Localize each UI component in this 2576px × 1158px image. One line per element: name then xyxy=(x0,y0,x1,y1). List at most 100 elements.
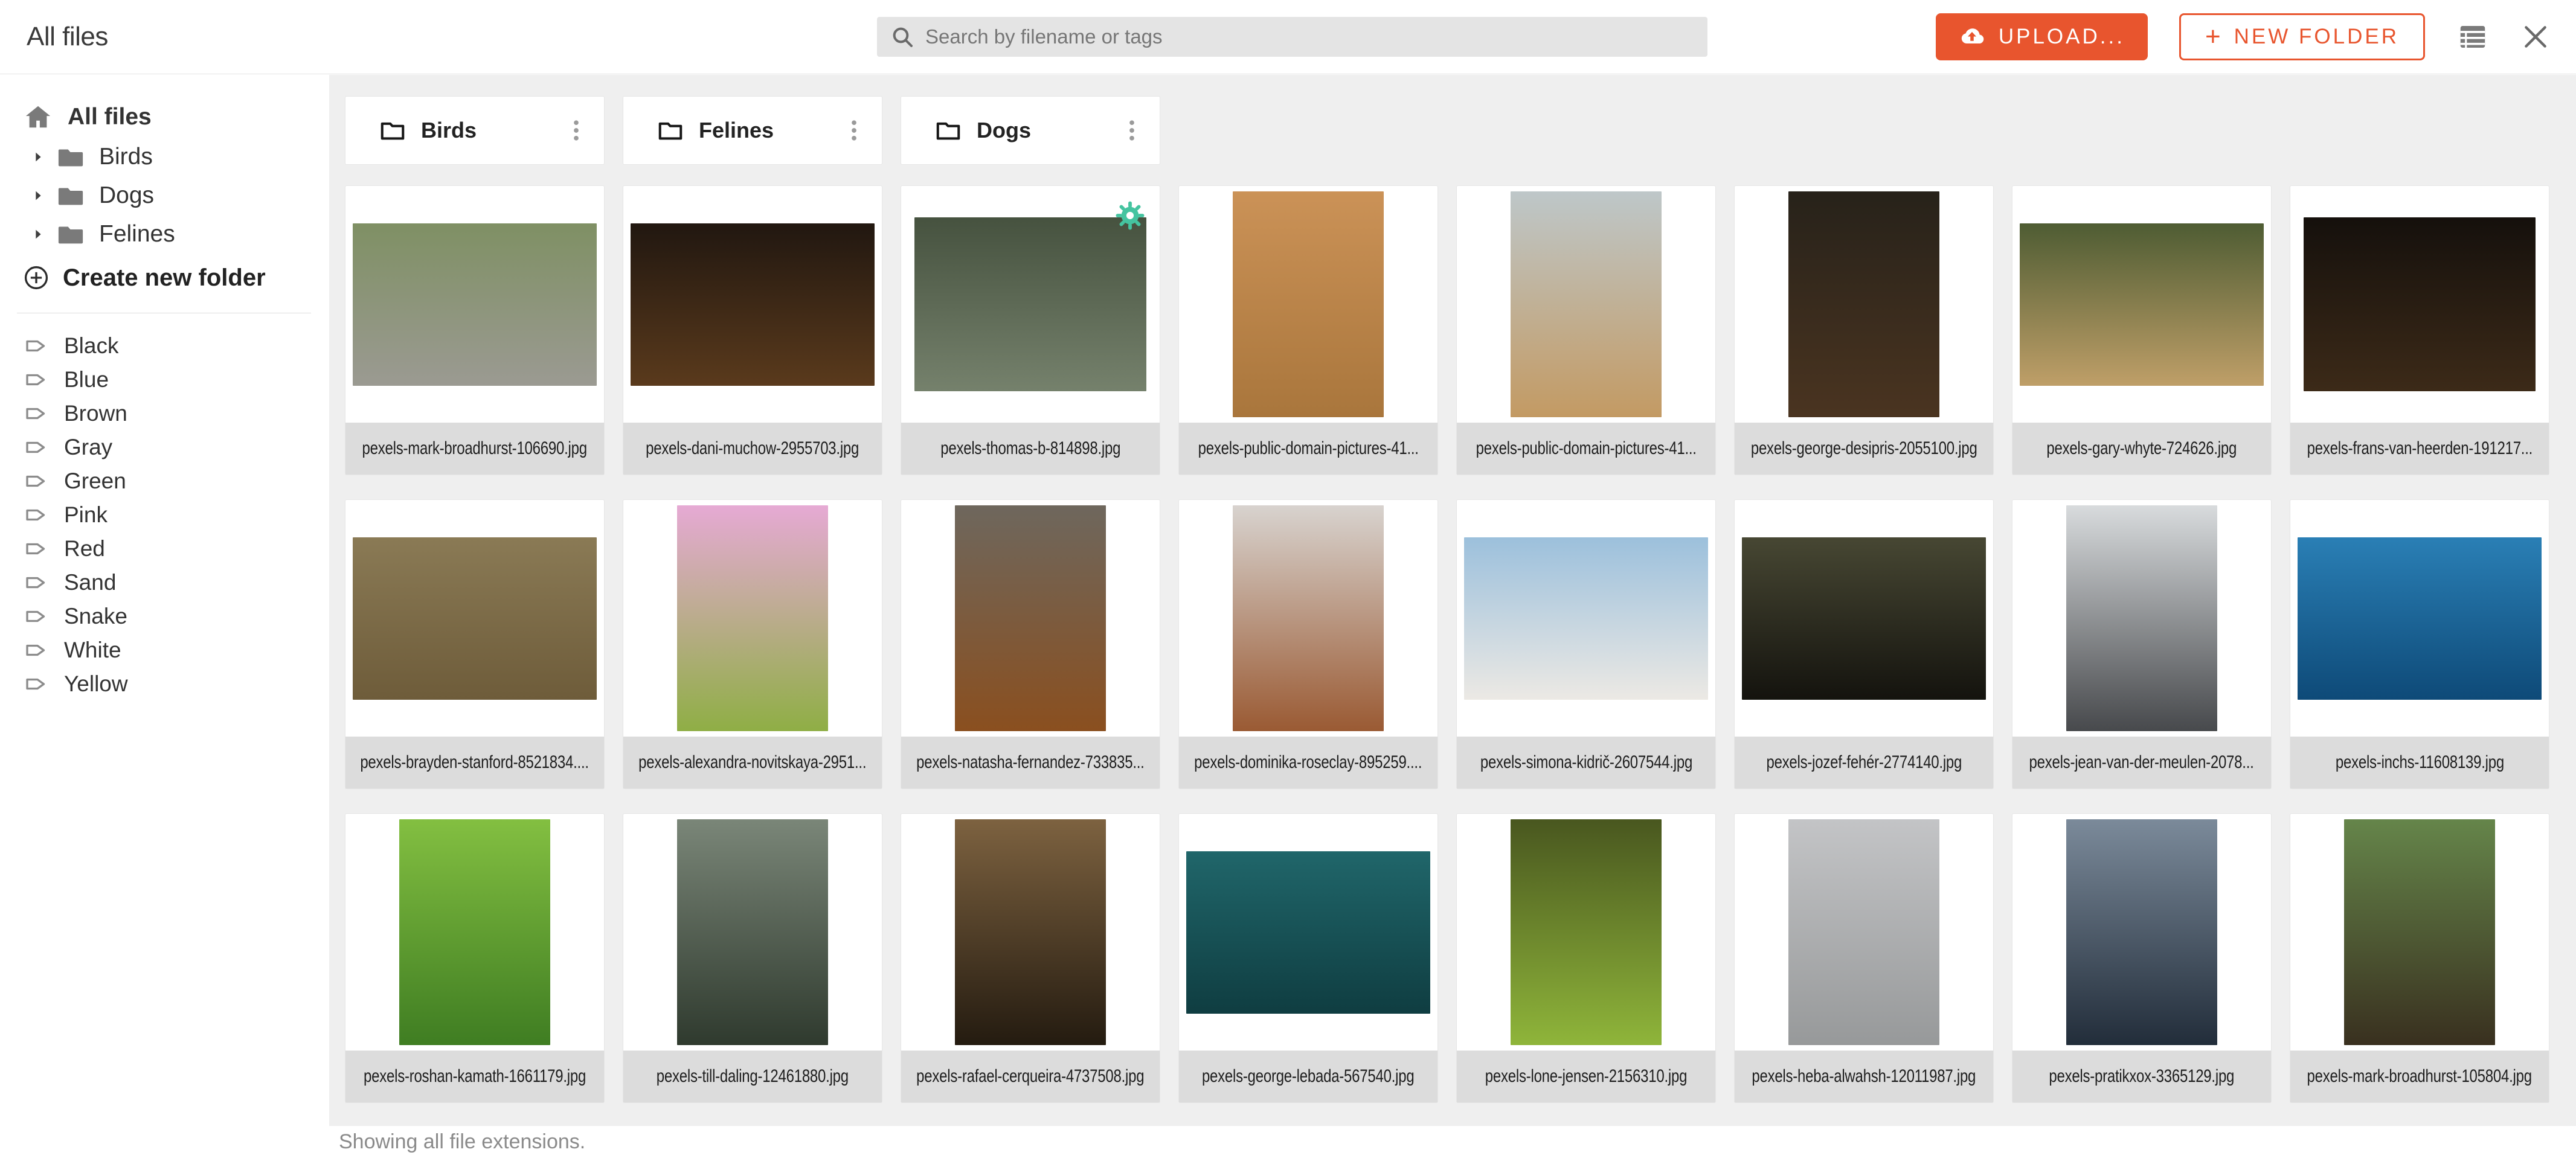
file-name: pexels-george-desipris-2055100.jpg xyxy=(1751,438,1977,459)
file-card[interactable]: pexels-jean-van-der-meulen-2078... xyxy=(2012,499,2272,789)
list-view-toggle-button[interactable] xyxy=(2456,21,2489,53)
file-card[interactable]: pexels-brayden-stanford-8521834.... xyxy=(345,499,605,789)
file-thumbnail-area xyxy=(1457,500,1715,737)
tag-item-white[interactable]: White xyxy=(0,633,329,667)
caret-right-icon[interactable] xyxy=(31,150,45,164)
list-view-icon xyxy=(2456,21,2489,53)
status-text: Showing all file extensions. xyxy=(339,1130,585,1154)
file-card[interactable]: pexels-alexandra-novitskaya-2951... xyxy=(623,499,882,789)
file-thumbnail-area xyxy=(1735,814,1993,1051)
tag-item-snake[interactable]: Snake xyxy=(0,600,329,633)
upload-button[interactable]: UPLOAD... xyxy=(1936,13,2148,60)
sidebar-item-all-files[interactable]: All files xyxy=(0,100,329,134)
file-caption: pexels-jean-van-der-meulen-2078... xyxy=(2012,737,2271,789)
file-card[interactable]: pexels-gary-whyte-724626.jpg xyxy=(2012,185,2272,475)
file-thumbnail-area xyxy=(345,186,604,423)
file-name: pexels-jozef-fehér-2774140.jpg xyxy=(1766,752,1962,773)
folder-card-birds[interactable]: Birds xyxy=(345,96,605,165)
file-caption: pexels-inchs-11608139.jpg xyxy=(2290,737,2549,789)
sidebar-item-dogs[interactable]: Dogs xyxy=(0,176,329,215)
tag-item-blue[interactable]: Blue xyxy=(0,363,329,397)
tag-item-red[interactable]: Red xyxy=(0,532,329,566)
file-name: pexels-till-daling-12461880.jpg xyxy=(657,1066,849,1087)
file-card[interactable]: pexels-heba-alwahsh-12011987.jpg xyxy=(1734,813,1994,1103)
file-grid: pexels-mark-broadhurst-106690.jpg pexels… xyxy=(345,185,2576,1103)
caret-right-icon[interactable] xyxy=(31,189,45,202)
file-card[interactable]: pexels-mark-broadhurst-106690.jpg xyxy=(345,185,605,475)
tag-icon xyxy=(24,672,48,696)
caret-right-icon[interactable] xyxy=(31,228,45,241)
file-caption: pexels-george-lebada-567540.jpg xyxy=(1179,1051,1437,1102)
file-name: pexels-dani-muchow-2955703.jpg xyxy=(646,438,859,459)
file-card[interactable]: pexels-roshan-kamath-1661179.jpg xyxy=(345,813,605,1103)
file-card[interactable]: pexels-mark-broadhurst-105804.jpg xyxy=(2290,813,2549,1103)
file-card[interactable]: pexels-simona-kidrič-2607544.jpg xyxy=(1456,499,1716,789)
tag-item-pink[interactable]: Pink xyxy=(0,498,329,532)
file-thumbnail-area xyxy=(345,500,604,737)
kebab-menu-icon[interactable] xyxy=(841,117,867,144)
file-thumbnail-area xyxy=(2290,186,2549,423)
file-caption: pexels-brayden-stanford-8521834.... xyxy=(345,737,604,789)
file-card[interactable]: pexels-lone-jensen-2156310.jpg xyxy=(1456,813,1716,1103)
file-thumbnail-area xyxy=(901,500,1160,737)
file-card[interactable]: pexels-inchs-11608139.jpg xyxy=(2290,499,2549,789)
file-thumbnail-area xyxy=(1735,500,1993,737)
file-card[interactable]: pexels-george-lebada-567540.jpg xyxy=(1178,813,1438,1103)
file-card[interactable]: pexels-pratikxox-3365129.jpg xyxy=(2012,813,2272,1103)
file-card[interactable]: pexels-natasha-fernandez-733835... xyxy=(901,499,1160,789)
tag-item-sand[interactable]: Sand xyxy=(0,566,329,600)
file-card[interactable]: pexels-jozef-fehér-2774140.jpg xyxy=(1734,499,1994,789)
file-name: pexels-george-lebada-567540.jpg xyxy=(1202,1066,1415,1087)
create-new-folder-button[interactable]: Create new folder xyxy=(0,258,329,297)
sidebar-item-birds[interactable]: Birds xyxy=(0,138,329,176)
file-card[interactable]: pexels-dani-muchow-2955703.jpg xyxy=(623,185,882,475)
tag-label: Yellow xyxy=(64,671,128,697)
file-thumbnail xyxy=(2344,819,2495,1045)
file-name: pexels-public-domain-pictures-41... xyxy=(1476,438,1696,459)
tag-icon xyxy=(24,638,48,662)
kebab-menu-icon[interactable] xyxy=(1119,117,1145,144)
sidebar-item-felines[interactable]: Felines xyxy=(0,215,329,254)
file-caption: pexels-frans-van-heerden-191217... xyxy=(2290,423,2549,475)
folder-card-dogs[interactable]: Dogs xyxy=(901,96,1160,165)
new-folder-button[interactable]: + NEW FOLDER xyxy=(2179,13,2425,60)
tag-item-green[interactable]: Green xyxy=(0,464,329,498)
status-bar: Showing all file extensions. xyxy=(329,1126,2576,1158)
file-card[interactable]: pexels-dominika-roseclay-895259.... xyxy=(1178,499,1438,789)
close-button[interactable] xyxy=(2520,22,2551,52)
file-thumbnail xyxy=(914,217,1146,391)
file-card[interactable]: pexels-frans-van-heerden-191217... xyxy=(2290,185,2549,475)
folder-card-felines[interactable]: Felines xyxy=(623,96,882,165)
search-input[interactable] xyxy=(924,25,1694,49)
file-caption: pexels-rafael-cerqueira-4737508.jpg xyxy=(901,1051,1160,1102)
folder-outline-icon xyxy=(657,117,684,144)
file-card[interactable]: pexels-george-desipris-2055100.jpg xyxy=(1734,185,1994,475)
tag-label: Brown xyxy=(64,401,127,426)
file-caption: pexels-dani-muchow-2955703.jpg xyxy=(623,423,882,475)
file-card[interactable]: pexels-public-domain-pictures-41... xyxy=(1178,185,1438,475)
close-icon xyxy=(2520,22,2551,52)
create-new-folder-label: Create new folder xyxy=(63,264,266,292)
file-card[interactable]: pexels-rafael-cerqueira-4737508.jpg xyxy=(901,813,1160,1103)
tag-item-black[interactable]: Black xyxy=(0,329,329,363)
page-body: All files Birds Dogs xyxy=(0,75,2576,1158)
file-thumbnail-area xyxy=(623,186,882,423)
header-controls: UPLOAD... + NEW FOLDER xyxy=(1936,0,2551,74)
folder-card-label: Dogs xyxy=(977,118,1119,143)
kebab-menu-icon[interactable] xyxy=(563,117,589,144)
file-card[interactable]: pexels-thomas-b-814898.jpg xyxy=(901,185,1160,475)
tag-label: Red xyxy=(64,536,105,561)
file-card[interactable]: pexels-till-daling-12461880.jpg xyxy=(623,813,882,1103)
tag-item-brown[interactable]: Brown xyxy=(0,397,329,430)
file-card[interactable]: pexels-public-domain-pictures-41... xyxy=(1456,185,1716,475)
tag-label: Blue xyxy=(64,367,109,392)
upload-button-label: UPLOAD... xyxy=(1999,25,2125,49)
file-name: pexels-jean-van-der-meulen-2078... xyxy=(2029,752,2254,773)
tag-item-gray[interactable]: Gray xyxy=(0,430,329,464)
file-name: pexels-gary-whyte-724626.jpg xyxy=(2047,438,2237,459)
file-thumbnail xyxy=(2298,537,2542,700)
tag-icon xyxy=(24,571,48,595)
tag-item-yellow[interactable]: Yellow xyxy=(0,667,329,701)
file-thumbnail xyxy=(1788,191,1939,417)
file-name: pexels-brayden-stanford-8521834.... xyxy=(361,752,589,773)
